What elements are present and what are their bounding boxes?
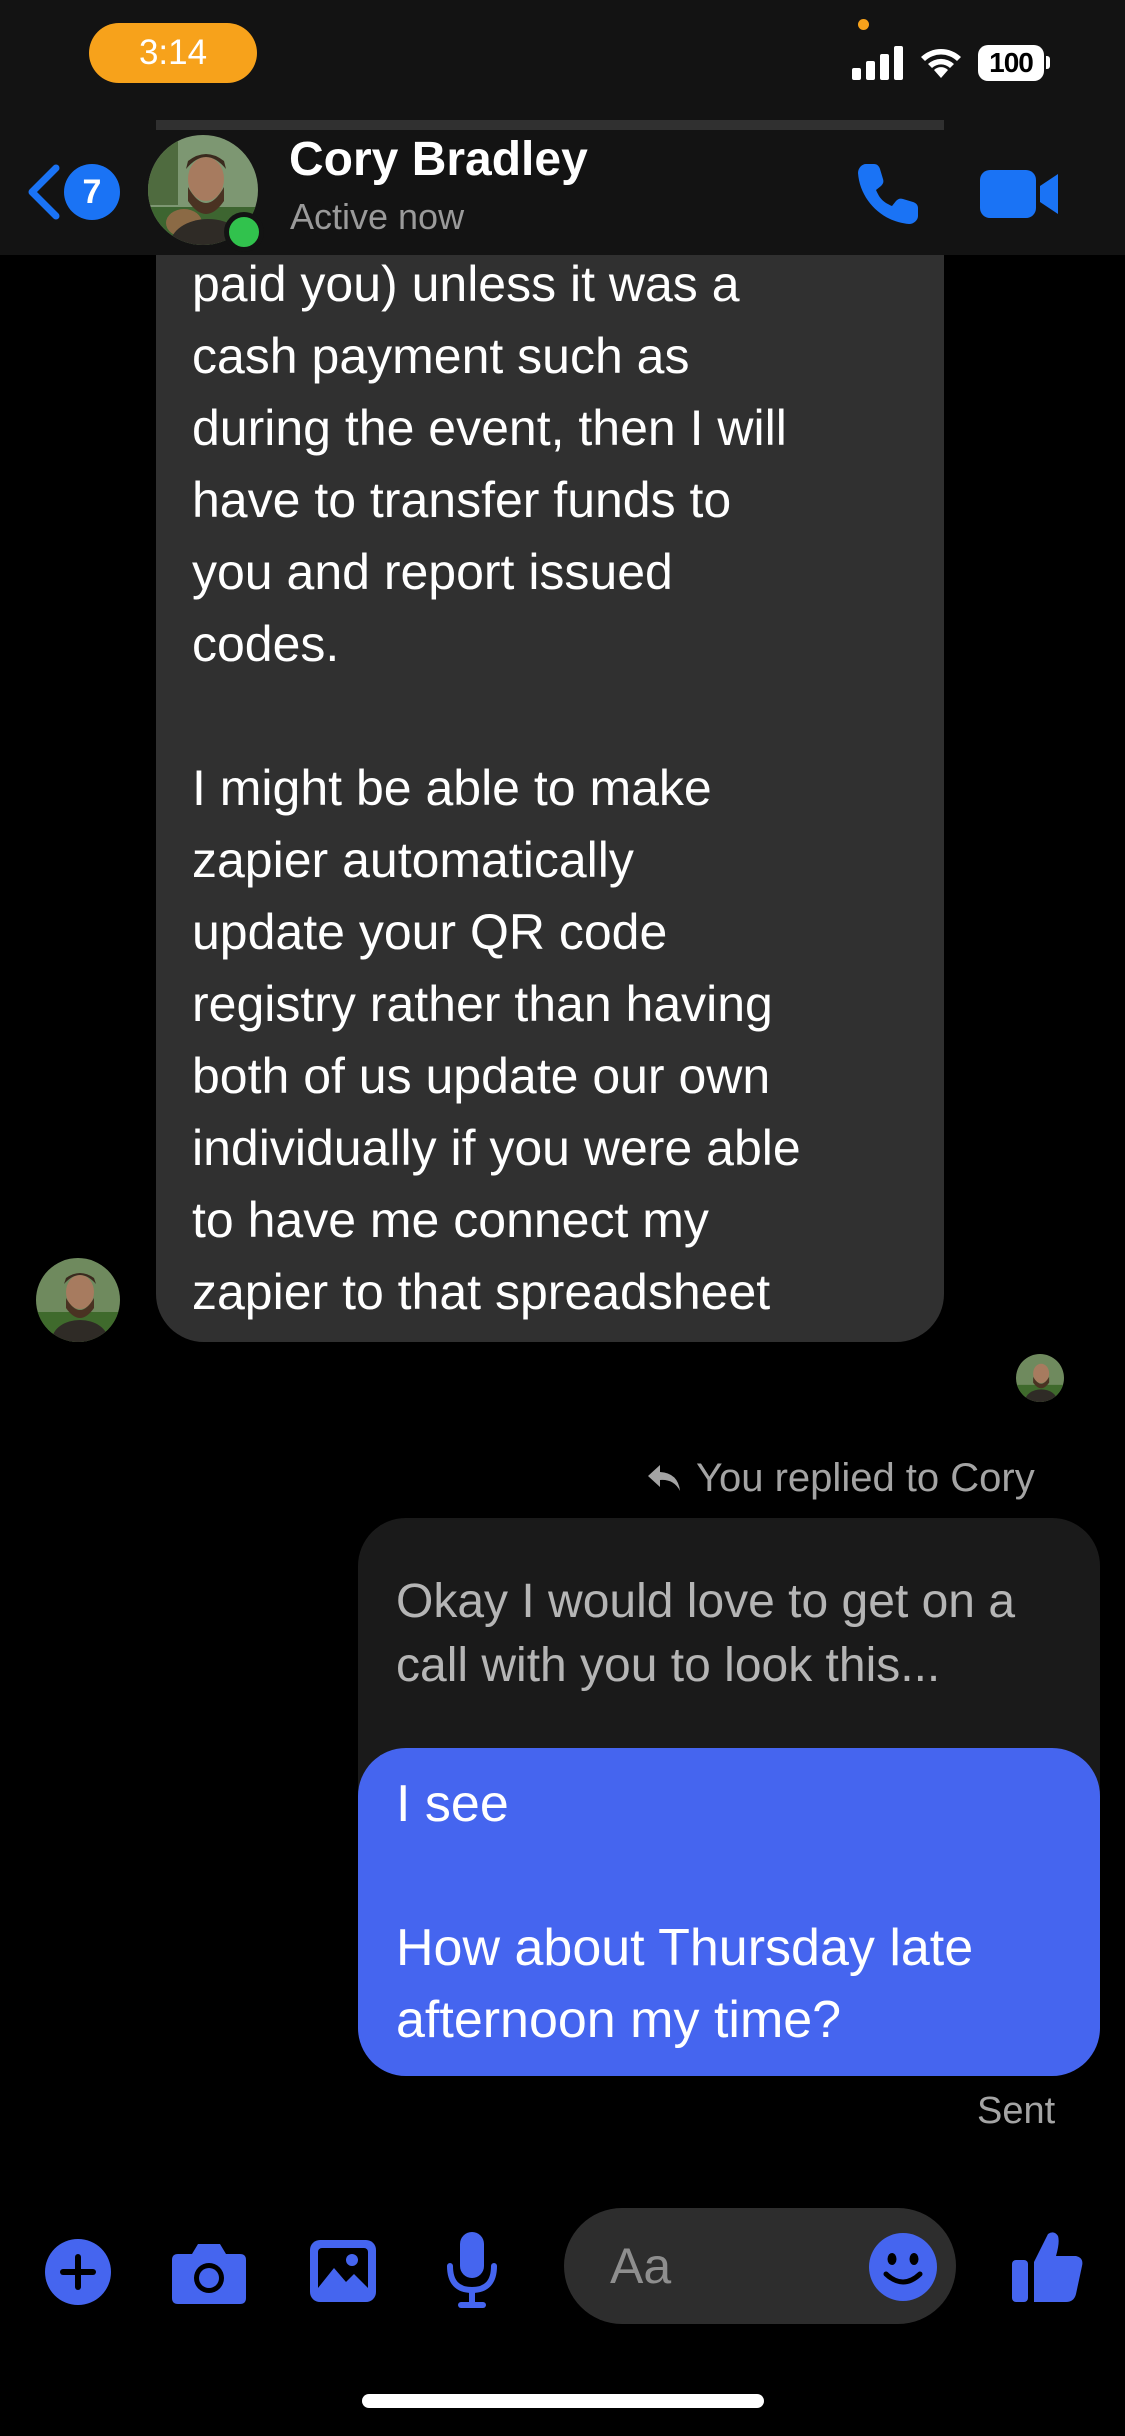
status-bar: 3:14 100 — [0, 0, 1125, 130]
battery-level: 100 — [978, 45, 1044, 81]
camera-icon — [172, 2244, 246, 2304]
status-time[interactable]: 3:14 — [89, 23, 257, 83]
online-status-dot — [224, 212, 264, 252]
quoted-message-text: Okay I would love to get on a call with … — [396, 1575, 1016, 1692]
emoji-button[interactable] — [868, 2232, 938, 2302]
reply-label: You replied to Cory — [696, 1456, 1035, 1500]
emoji-icon — [869, 2233, 937, 2301]
thumbs-up-icon — [1012, 2232, 1083, 2302]
plus-icon — [45, 2239, 111, 2305]
wifi-icon — [921, 49, 961, 78]
like-button[interactable] — [1010, 2228, 1086, 2304]
home-indicator[interactable] — [362, 2394, 764, 2408]
cellular-signal-icon — [852, 46, 903, 80]
unread-count-badge: 7 — [64, 164, 120, 220]
outgoing-message-text: I see How about Thursday late afternoon … — [396, 1775, 974, 2049]
privacy-indicator-dot — [858, 19, 869, 30]
incoming-message-text: paid you) unless it was a cash payment s… — [192, 256, 801, 1320]
camera-button[interactable] — [170, 2240, 248, 2306]
voice-message-button[interactable] — [442, 2230, 502, 2310]
sent-status: Sent — [977, 2090, 1056, 2132]
microphone-icon — [447, 2232, 497, 2308]
back-chevron-icon — [28, 164, 60, 220]
message-composer — [0, 2180, 1125, 2350]
chat-header: 7 Cory Bradley Active now — [0, 130, 1125, 255]
image-icon — [310, 2240, 376, 2302]
messenger-chat-screen: 3:14 100 paid you) unless it was a cash … — [0, 0, 1125, 2436]
video-camera-icon — [980, 170, 1058, 218]
reply-arrow-icon — [648, 1465, 680, 1491]
read-receipt-avatar — [1016, 1354, 1064, 1402]
battery-tip — [1046, 56, 1050, 69]
active-status: Active now — [290, 196, 465, 237]
reply-indicator: You replied to Cory — [646, 1453, 1066, 1503]
battery-indicator: 100 — [978, 45, 1050, 81]
add-button[interactable] — [44, 2238, 112, 2306]
back-button[interactable]: 7 — [20, 158, 130, 224]
phone-icon — [858, 164, 918, 224]
contact-name[interactable]: Cory Bradley — [289, 132, 588, 187]
sender-avatar[interactable] — [36, 1258, 120, 1342]
gallery-button[interactable] — [308, 2236, 378, 2306]
video-call-button[interactable] — [978, 164, 1062, 224]
voice-call-button[interactable] — [852, 158, 924, 230]
